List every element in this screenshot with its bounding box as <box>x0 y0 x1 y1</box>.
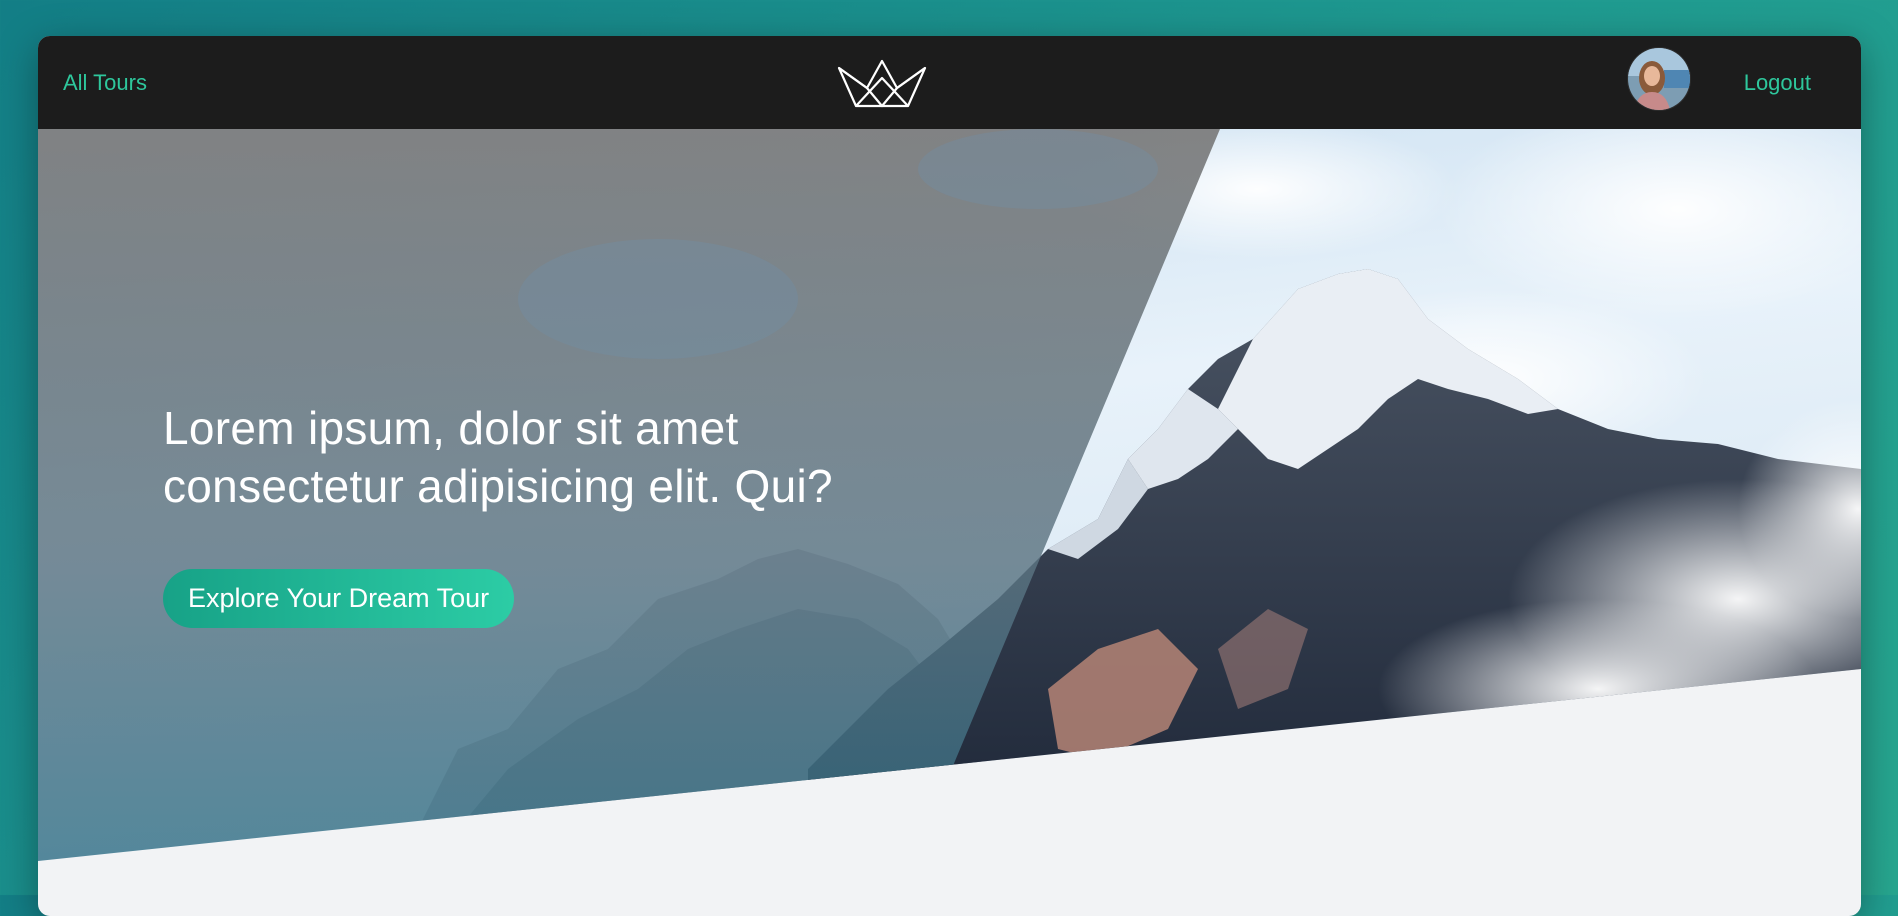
hero-title: Lorem ipsum, dolor sit amet consectetur … <box>163 399 1023 515</box>
hero-mountain-image <box>38 129 1861 861</box>
navbar: All Tours Logout <box>38 36 1861 129</box>
app-window: All Tours Logout Lorem ipsum, dolor sit … <box>38 36 1861 916</box>
user-avatar[interactable] <box>1627 47 1691 111</box>
explore-tour-button[interactable]: Explore Your Dream Tour <box>163 569 515 628</box>
hero-title-line-2: consectetur adipisicing elit. Qui? <box>163 460 833 512</box>
hero-section: Lorem ipsum, dolor sit amet consectetur … <box>38 129 1861 916</box>
crown-logo-icon[interactable] <box>836 58 928 108</box>
logout-link[interactable]: Logout <box>1744 36 1811 129</box>
all-tours-link[interactable]: All Tours <box>63 36 147 129</box>
hero-title-line-1: Lorem ipsum, dolor sit amet <box>163 402 739 454</box>
